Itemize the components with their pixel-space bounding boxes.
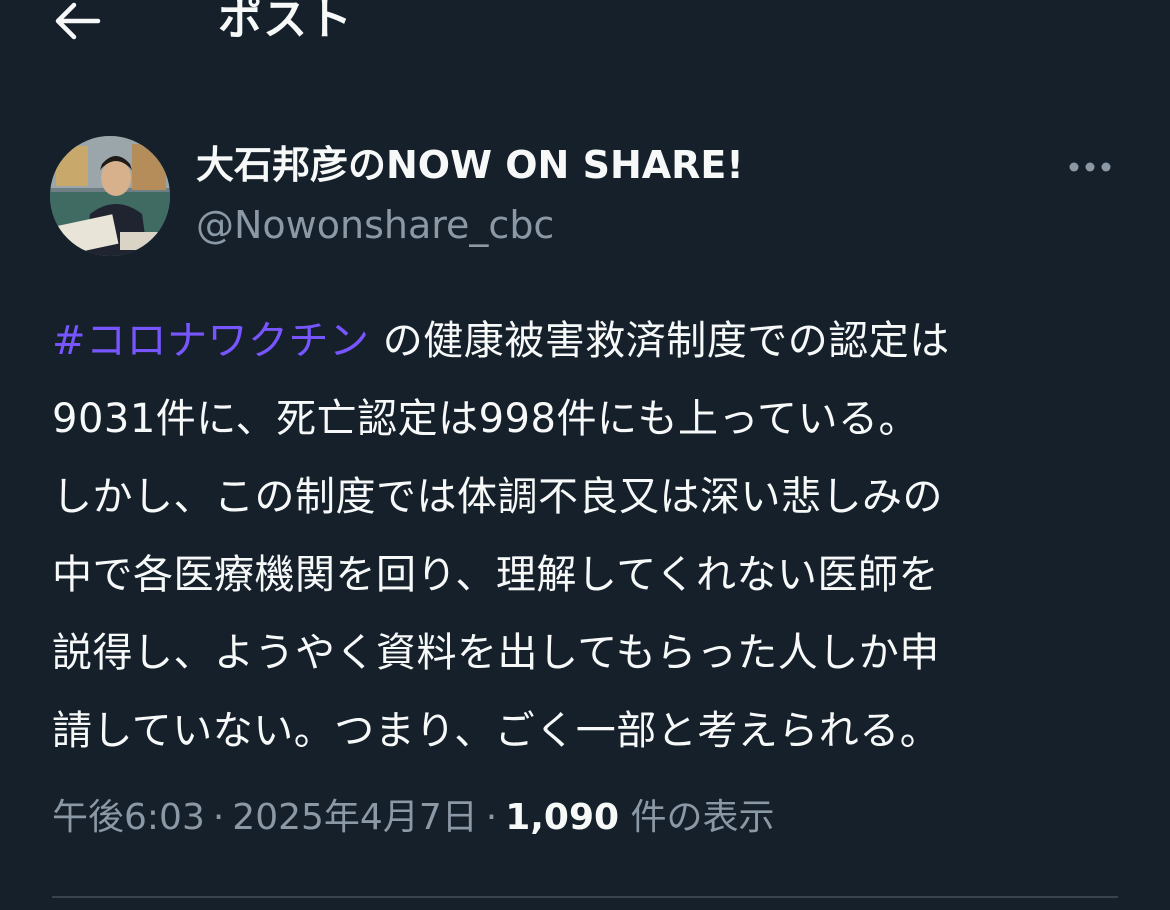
post-line: しかし、この制度では体調不良又は深い悲しみの — [52, 474, 943, 520]
post-line: 請していない。つまり、ごく一部と考えられる。 — [52, 708, 941, 754]
post-line: #コロナワクチン の健康被害救済制度での認定は — [52, 302, 1122, 380]
meta-separator: · — [212, 797, 225, 838]
back-button[interactable] — [46, 0, 110, 46]
post-line: 説得し、ようやく資料を出してもらった人しか申 — [52, 630, 940, 676]
author-handle[interactable]: @Nowonshare_cbc — [196, 200, 554, 250]
post-body: #コロナワクチン の健康被害救済制度での認定は 9031件に、死亡認定は998件… — [52, 302, 1122, 770]
post-time[interactable]: 午後6:03 — [52, 797, 205, 838]
post-line-text: の健康被害救済制度での認定は — [369, 318, 950, 364]
views-label: 件の表示 — [630, 797, 775, 838]
page-title: ポスト — [218, 0, 353, 45]
avatar-photo — [50, 136, 170, 256]
more-horizontal-icon — [1068, 158, 1112, 177]
meta-separator: · — [485, 797, 498, 838]
author-display-name[interactable]: 大石邦彦のNOW ON SHARE! — [196, 140, 744, 190]
hashtag-link[interactable]: #コロナワクチン — [52, 318, 370, 364]
post-line: 9031件に、死亡認定は998件にも上っている。 — [52, 396, 919, 442]
avatar[interactable] — [50, 136, 170, 256]
top-bar: ポスト — [0, 0, 1170, 80]
post-line: 中で各医療機関を回り、理解してくれない医師を — [52, 552, 939, 598]
post-detail-page: ポスト 大石邦彦のNOW ON SHARE! @Nowonshare_cbc #… — [0, 0, 1170, 910]
views-count[interactable]: 1,090 — [505, 797, 619, 838]
post-date[interactable]: 2025年4月7日 — [232, 797, 477, 838]
divider — [52, 896, 1118, 898]
post-meta: 午後6:03 · 2025年4月7日 · 1,090 件の表示 — [52, 790, 775, 846]
arrow-left-icon — [54, 1, 102, 45]
more-options-button[interactable] — [1060, 142, 1120, 192]
